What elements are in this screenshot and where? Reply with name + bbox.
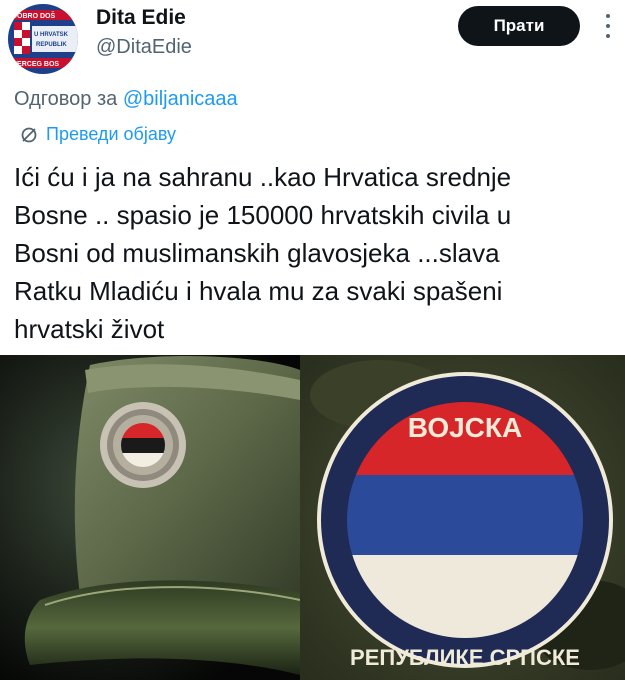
- reply-mention-link[interactable]: @biljanicaaa: [123, 88, 238, 110]
- patch-photo: ВОЈСКА РЕПУБЛИКЕ СРПСКЕ: [300, 355, 625, 680]
- avatar-text-4: HERCEG BOS: [12, 61, 59, 68]
- tweet-header: DOBRO DOŠ U HRVATSK REPUBLIK HERCEG BOS …: [0, 0, 625, 80]
- avatar[interactable]: DOBRO DOŠ U HRVATSK REPUBLIK HERCEG BOS: [8, 4, 78, 74]
- tweet-media[interactable]: ВОЈСКА РЕПУБЛИКЕ СРПСКЕ: [0, 355, 625, 680]
- reply-context: Одговор за @biljanicaaa: [14, 88, 238, 111]
- display-name[interactable]: Dita Edie: [96, 6, 186, 30]
- translate-post-link[interactable]: Преведи објаву: [20, 124, 176, 145]
- checkerboard-icon: [14, 22, 30, 54]
- patch-text-bottom: РЕПУБЛИКЕ СРПСКЕ: [350, 645, 580, 670]
- avatar-text-2: U HRVATSK: [34, 32, 69, 38]
- tweet-text: Ići ću i ja na sahranu ..kao Hrvatica sr…: [14, 162, 512, 344]
- cap-badge-icon: [100, 402, 186, 488]
- patch-text-top: ВОЈСКА: [408, 412, 522, 443]
- avatar-image: DOBRO DOŠ U HRVATSK REPUBLIK HERCEG BOS: [8, 4, 78, 74]
- user-handle[interactable]: @DitaEdie: [96, 36, 192, 59]
- avatar-text-3: REPUBLIK: [36, 42, 67, 48]
- translate-label: Преведи објаву: [46, 124, 176, 144]
- avatar-text-1: DOBRO DOŠ: [12, 11, 56, 20]
- translate-icon: [21, 127, 37, 142]
- follow-button[interactable]: Прати: [458, 6, 580, 46]
- more-options-icon[interactable]: [601, 10, 615, 42]
- cap-photo: [0, 355, 301, 680]
- reply-prefix: Одговор за: [14, 88, 123, 110]
